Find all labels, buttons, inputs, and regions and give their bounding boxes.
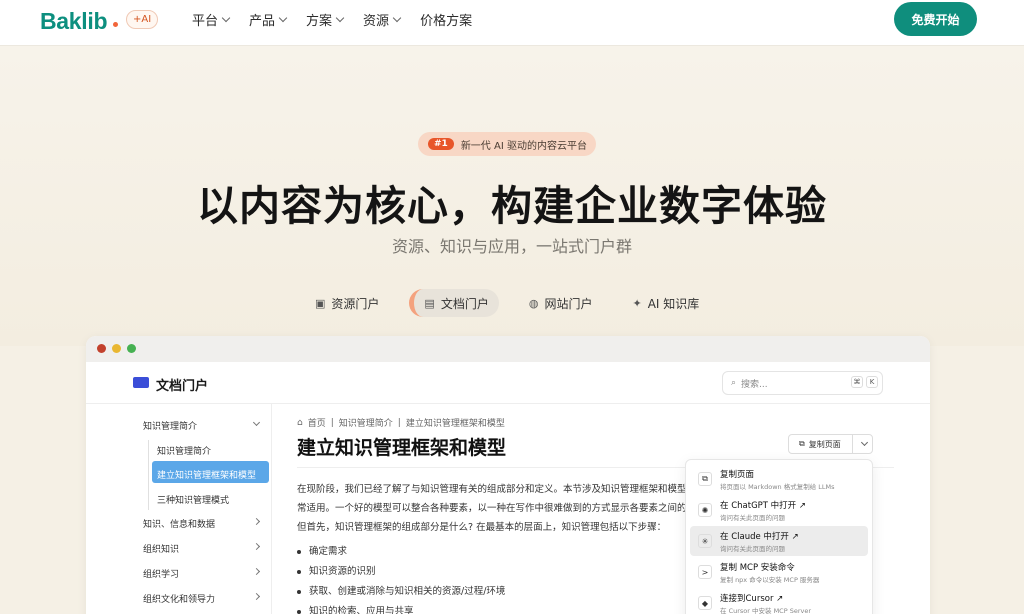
- tree-line: [148, 440, 149, 510]
- maximize-dot: [127, 344, 136, 353]
- kbd-cmd: ⌘: [851, 376, 863, 388]
- breadcrumb-current: 建立知识管理框架和模型: [405, 419, 505, 429]
- list-item: 知识资源的识别: [297, 563, 376, 577]
- sidebar-item-org-learning[interactable]: 组织学习: [143, 567, 179, 580]
- doc-portal-preview: 文档门户 ⌕ 搜索... ⌘ K 知识管理简介 知识管理简介 建立知识管理框架和…: [86, 336, 930, 614]
- sidebar-item-org-culture[interactable]: 组织文化和领导力: [143, 592, 215, 605]
- breadcrumb-separator: |: [397, 417, 401, 428]
- copy-icon: ⧉: [799, 439, 805, 448]
- nav-item-resources[interactable]: 资源: [363, 10, 402, 29]
- doc-icon: ▤: [424, 296, 435, 310]
- ai-badge: +AI: [126, 10, 159, 29]
- list-item: 确定需求: [297, 543, 347, 557]
- pill-number: #1: [428, 138, 454, 150]
- chevron-right-icon: [252, 542, 261, 551]
- chevron-down-icon: [278, 13, 288, 22]
- top-navbar: Baklib +AI 平台 产品 方案 资源 价格方案 免费开始: [0, 0, 1024, 46]
- nav-item-solutions[interactable]: 方案: [306, 10, 345, 29]
- logo[interactable]: Baklib: [40, 8, 108, 35]
- copy-icon: ⧉: [698, 472, 712, 486]
- kbd-k: K: [866, 376, 878, 388]
- window-titlebar: [86, 336, 930, 362]
- menu-item-copy-page[interactable]: ⧉ 复制页面 将页面以 Markdown 格式复制给 LLMs: [690, 464, 868, 494]
- tab-ai-knowledge-base[interactable]: ✦ AI 知识库: [622, 289, 709, 317]
- main-nav: 平台 产品 方案 资源 价格方案: [192, 0, 472, 38]
- breadcrumb: ⌂ 首页 | 知识管理简介 | 建立知识管理框架和模型: [297, 416, 505, 430]
- chevron-right-icon: [252, 567, 261, 576]
- breadcrumb-separator: |: [330, 417, 334, 428]
- sidebar-item-org-knowledge[interactable]: 组织知识: [143, 542, 179, 555]
- nav-item-platform[interactable]: 平台: [192, 10, 231, 29]
- chatgpt-icon: ✺: [698, 503, 712, 517]
- breadcrumb-intro[interactable]: 知识管理简介: [339, 416, 393, 429]
- chevron-down-icon: [252, 418, 261, 427]
- sidebar-item-framework[interactable]: 建立知识管理框架和模型: [157, 468, 256, 481]
- page-title: 建立知识管理框架和模型: [297, 437, 507, 459]
- copy-options-menu: ⧉ 复制页面 将页面以 Markdown 格式复制给 LLMs ✺ 在 Chat…: [685, 459, 873, 614]
- home-icon: ⌂: [297, 417, 303, 428]
- portal-tabs: ▣ 资源门户 ▤ 文档门户 ◍ 网站门户 ✦ AI 知识库: [305, 289, 709, 317]
- announcement-pill[interactable]: #1 新一代 AI 驱动的内容云平台: [418, 132, 596, 156]
- body-paragraph: 常适用。一个好的模型可以整合各种要素，以一种在写作中很难做到的方式显示各要素之间…: [297, 503, 687, 514]
- search-input[interactable]: ⌕ 搜索... ⌘ K: [722, 371, 883, 395]
- sidebar-item-intro[interactable]: 知识管理简介: [143, 419, 197, 432]
- menu-item-open-chatgpt[interactable]: ✺ 在 ChatGPT 中打开 ↗ 询问有关此页面的问题: [690, 495, 868, 525]
- hero-title: 以内容为核心，构建企业数字体验: [197, 182, 827, 230]
- claude-icon: ✳: [698, 534, 712, 548]
- copy-options-toggle[interactable]: [852, 434, 873, 454]
- chevron-right-icon: [252, 517, 261, 526]
- pill-text: 新一代 AI 驱动的内容云平台: [460, 140, 587, 152]
- hero-subtitle: 资源、知识与应用，一站式门户群: [391, 237, 632, 256]
- menu-item-connect-cursor[interactable]: ◆ 连接到Cursor ↗ 在 Cursor 中安装 MCP Server: [690, 588, 868, 614]
- close-dot: [97, 344, 106, 353]
- nav-item-products[interactable]: 产品: [249, 10, 288, 29]
- tab-doc-portal[interactable]: ▤ 文档门户: [409, 289, 499, 317]
- chevron-right-icon: [252, 592, 261, 601]
- chevron-down-icon: [392, 13, 402, 22]
- nav-item-pricing[interactable]: 价格方案: [420, 10, 472, 29]
- body-paragraph: 但首先，知识管理框架的组成部分是什么? 在最基本的层面上，知识管理包括以下步骤：: [297, 522, 667, 533]
- list-item: 知识的检索、应用与共享: [297, 603, 414, 614]
- portal-title: 文档门户: [156, 379, 209, 394]
- search-icon: ⌕: [731, 378, 737, 388]
- ai-icon: ✦: [632, 296, 642, 310]
- list-item: 获取、创建或消除与知识相关的资源/过程/环境: [297, 583, 505, 597]
- doc-header: 文档门户 ⌕ 搜索... ⌘ K: [86, 362, 930, 404]
- sidebar-item-intro-sub[interactable]: 知识管理简介: [157, 444, 211, 457]
- logo-dot: [113, 22, 118, 27]
- start-free-button[interactable]: 免费开始: [894, 2, 977, 36]
- minimize-dot: [112, 344, 121, 353]
- tab-resource-portal[interactable]: ▣ 资源门户: [305, 289, 389, 317]
- sidebar-item-three-modes[interactable]: 三种知识管理模式: [157, 493, 229, 506]
- menu-item-open-claude[interactable]: ✳ 在 Claude 中打开 ↗ 询问有关此页面的问题: [690, 526, 868, 556]
- cursor-icon: ◆: [698, 596, 712, 610]
- chevron-down-icon: [221, 13, 231, 22]
- doc-sidebar: 知识管理简介 知识管理简介 建立知识管理框架和模型 三种知识管理模式 知识、信息…: [86, 404, 272, 614]
- terminal-icon: >: [698, 565, 712, 579]
- chevron-down-icon: [335, 13, 345, 22]
- menu-item-copy-mcp[interactable]: > 复制 MCP 安装命令 复制 npx 命令以安装 MCP 服务器: [690, 557, 868, 587]
- chevron-down-icon: [860, 438, 869, 447]
- folder-icon: [133, 377, 149, 388]
- breadcrumb-home[interactable]: 首页: [308, 416, 326, 429]
- resource-icon: ▣: [315, 296, 326, 310]
- body-paragraph: 在现阶段，我们已经了解了与知识管理有关的组成部分和定义。本节涉及知识管理框架和模…: [297, 484, 687, 495]
- sidebar-item-knowledge-info-data[interactable]: 知识、信息和数据: [143, 517, 215, 530]
- tab-website-portal[interactable]: ◍ 网站门户: [519, 289, 603, 317]
- globe-icon: ◍: [528, 296, 539, 310]
